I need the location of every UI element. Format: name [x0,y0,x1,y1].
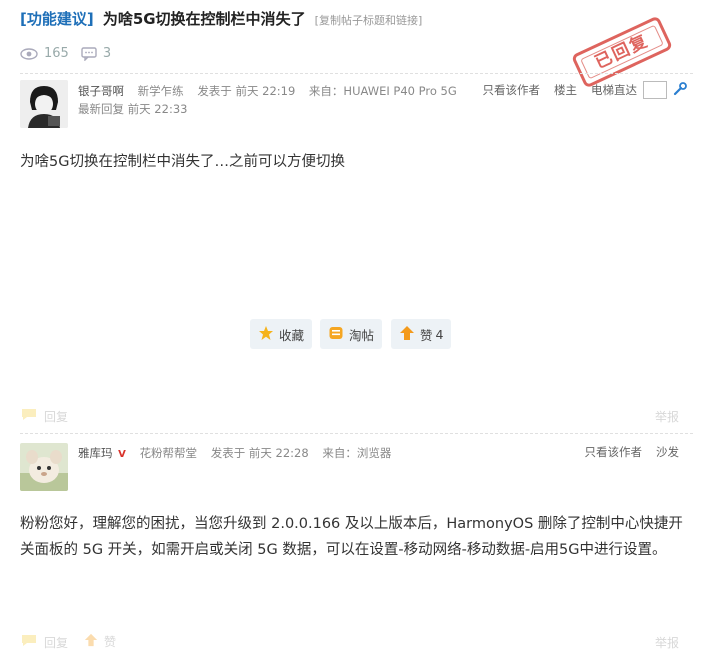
reply-bubble-icon [20,633,38,651]
post-source: 来自：浏览器 [322,446,392,460]
author-group: 花粉帮帮堂 [139,446,198,460]
divider [20,73,693,74]
comment-icon [81,46,97,61]
post2-content: 粉粉您好，理解您的困扰，当您升级到 2.0.0.166 及以上版本后，Harmo… [20,516,683,558]
post2-meta: 雅库玛 V 花粉帮帮堂 发表于 前天 22:28 来自：浏览器 [78,445,401,461]
post1-links: 只看该作者 楼主 电梯直达 [483,81,688,99]
thread-title-row: [功能建议] 为啥5G切换在控制栏中消失了 [复制帖子标题和链接] [20,8,422,29]
copy-link-button[interactable]: [复制帖子标题和链接] [315,14,423,27]
post2-links: 只看该作者 沙发 [585,444,680,460]
reply-count: 3 [102,46,112,61]
eye-icon [20,47,38,60]
post1-content: 为啥5G切换在控制栏中消失了…之前可以方便切换 [20,154,345,170]
verified-badge: V [118,449,126,460]
post2-reply-link[interactable]: 回复 [20,633,68,651]
author-rank: 新学乍练 [137,84,184,98]
like-button[interactable]: 赞 4 [391,319,452,349]
tao-label: 淘帖 [349,327,375,343]
avatar[interactable] [20,80,68,128]
basket-icon [328,325,344,344]
divider [20,433,693,434]
post1-meta: 银子哥啊 新学乍练 发表于 前天 22:19 来自：HUAWEI P40 Pro… [78,83,467,99]
thread-category[interactable]: [功能建议] [20,10,94,28]
author-name[interactable]: 银子哥啊 [78,84,124,98]
post-time: 发表于 前天 22:19 [197,84,296,98]
thread-title: 为啥5G切换在控制栏中消失了 [102,10,306,28]
post-source: 来自：HUAWEI P40 Pro 5G [308,84,457,98]
favorite-button[interactable]: 收藏 [250,319,313,349]
like-label: 赞 [104,635,117,649]
last-reply-info: 最新回复 前天 22:33 [78,102,188,116]
favorite-label: 收藏 [279,327,305,343]
post1-reply-link[interactable]: 回复 [20,407,68,425]
post2-report-link[interactable]: 举报 [655,634,679,651]
post1-report-link[interactable]: 举报 [655,408,679,425]
elevator-input[interactable] [643,81,667,99]
only-author-link[interactable]: 只看该作者 [483,82,541,98]
like-count: 4 [435,326,444,342]
post-time: 发表于 前天 22:28 [210,446,309,460]
thumb-up-arrow-icon [399,325,415,344]
view-count: 165 [44,46,69,61]
post2-like-link[interactable]: 赞 [84,633,116,650]
like-label: 赞 [420,327,433,343]
reply-label: 回复 [44,409,69,424]
replied-stamp: 已回复 [570,15,674,89]
tao-button[interactable]: 淘帖 [320,319,383,349]
avatar[interactable] [20,443,68,491]
reply-bubble-icon [20,407,38,425]
wrench-icon[interactable] [673,81,687,99]
floor-label: 沙发 [656,445,679,459]
star-icon [258,325,274,344]
thread-stats: 165 3 [20,46,111,61]
only-author-link[interactable]: 只看该作者 [585,444,643,460]
floor-label: 楼主 [554,83,577,97]
arrow-up-icon [84,633,98,650]
elevator-label: 电梯直达 [591,83,637,97]
author-name[interactable]: 雅库玛 [78,446,113,460]
